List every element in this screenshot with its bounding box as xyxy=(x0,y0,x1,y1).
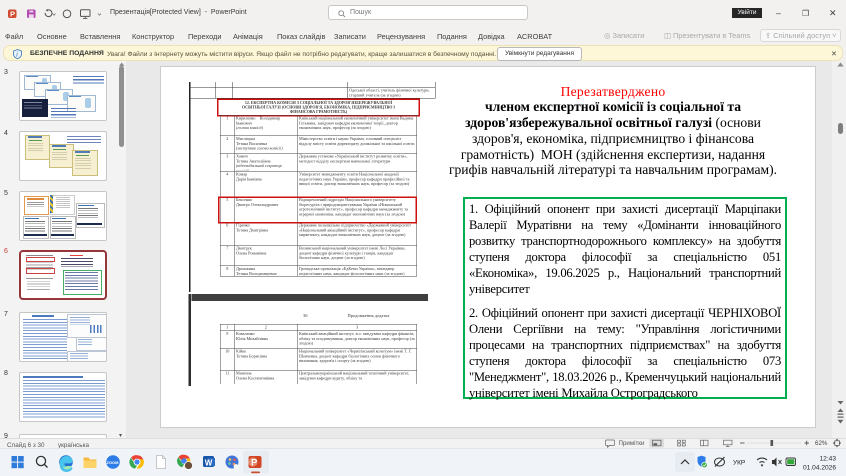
svg-text:ZOOM: ZOOM xyxy=(107,460,120,465)
svg-text:P: P xyxy=(10,10,15,19)
svg-text:Примітки: Примітки xyxy=(619,440,646,447)
svg-text:62%: 62% xyxy=(815,440,828,447)
svg-text:i: i xyxy=(16,51,18,59)
svg-text:P: P xyxy=(251,458,258,469)
svg-text:W: W xyxy=(205,458,213,467)
svg-text:01.04.2026: 01.04.2026 xyxy=(803,465,836,472)
svg-text:12:43: 12:43 xyxy=(819,456,836,463)
svg-text:УКР: УКР xyxy=(733,460,745,467)
